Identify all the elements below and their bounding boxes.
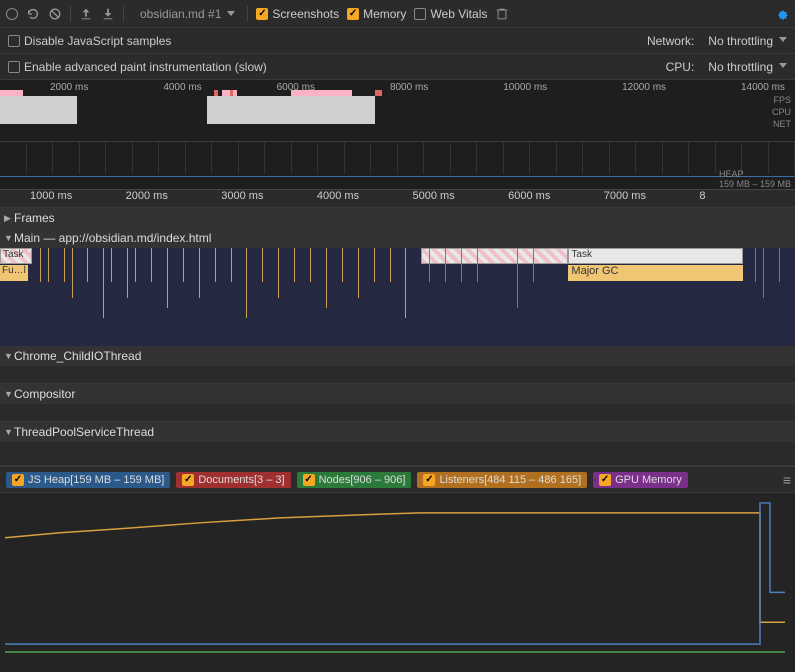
frames-lane-header[interactable]: ▶Frames <box>0 208 795 228</box>
main-lane-header[interactable]: ▼Main — app://obsidian.md/index.html <box>0 228 795 248</box>
threadpool-lane-header[interactable]: ▼ThreadPoolServiceThread <box>0 422 795 442</box>
compositor-lane[interactable] <box>0 404 795 422</box>
main-toolbar: obsidian.md #1 ✓Screenshots ✓Memory Web … <box>0 0 795 28</box>
flame-ticks <box>0 248 795 346</box>
upload-icon[interactable] <box>79 7 93 21</box>
recording-name: obsidian.md #1 <box>140 7 221 21</box>
memory-checkbox[interactable]: ✓Memory <box>347 7 406 21</box>
screenshots-checkbox[interactable]: ✓Screenshots <box>256 7 339 21</box>
network-throttle-select[interactable]: No throttling <box>708 34 787 48</box>
childio-lane[interactable] <box>0 366 795 384</box>
timeline-ruler[interactable]: 1000 ms2000 ms3000 ms4000 ms5000 ms6000 … <box>0 190 795 208</box>
overview-labels: FPS CPU NET <box>772 94 791 130</box>
memory-overview[interactable]: HEAP159 MB – 159 MB <box>0 142 795 190</box>
expand-icon: ▼ <box>4 389 14 399</box>
cpu-activity <box>0 94 765 124</box>
chevron-down-icon <box>779 63 787 68</box>
webvitals-checkbox[interactable]: Web Vitals <box>414 7 487 21</box>
reload-icon[interactable] <box>26 7 40 21</box>
settings-subbar-1: Disable JavaScript samples Network: No t… <box>0 28 795 54</box>
cpu-throttle-select[interactable]: No throttling <box>708 60 787 74</box>
record-icon[interactable] <box>6 8 18 20</box>
main-flamegraph[interactable]: Task Task Fu…l Major GC <box>0 248 795 346</box>
counters-graph[interactable] <box>0 492 795 656</box>
chevron-down-icon <box>227 11 235 16</box>
expand-icon: ▼ <box>4 233 14 243</box>
heap-label: HEAP <box>719 169 744 179</box>
trash-icon[interactable] <box>495 7 509 21</box>
settings-subbar-2: Enable advanced paint instrumentation (s… <box>0 54 795 80</box>
heap-range: 159 MB – 159 MB <box>719 179 791 189</box>
clear-icon[interactable] <box>48 7 62 21</box>
nodes-counter[interactable]: ✓Nodes[906 – 906] <box>297 472 412 488</box>
compositor-lane-header[interactable]: ▼Compositor <box>0 384 795 404</box>
overview-track[interactable]: 2000 ms4000 ms6000 ms8000 ms10000 ms1200… <box>0 80 795 142</box>
advanced-paint-checkbox[interactable]: Enable advanced paint instrumentation (s… <box>8 60 267 74</box>
overview-ruler: 2000 ms4000 ms6000 ms8000 ms10000 ms1200… <box>0 80 795 93</box>
network-label: Network: <box>647 34 694 48</box>
gpu-counter[interactable]: ✓GPU Memory <box>593 472 688 488</box>
documents-counter[interactable]: ✓Documents[3 – 3] <box>176 472 290 488</box>
gear-icon[interactable] <box>775 7 789 21</box>
childio-lane-header[interactable]: ▼Chrome_ChildIOThread <box>0 346 795 366</box>
expand-icon: ▼ <box>4 351 14 361</box>
menu-icon[interactable]: ≡ <box>783 472 789 488</box>
collapse-icon: ▶ <box>4 213 14 224</box>
jsheap-counter[interactable]: ✓JS Heap[159 MB – 159 MB] <box>6 472 170 488</box>
threadpool-lane[interactable] <box>0 442 795 466</box>
disable-js-checkbox[interactable]: Disable JavaScript samples <box>8 34 171 48</box>
cpu-label: CPU: <box>666 60 695 74</box>
counters-bar: ✓JS Heap[159 MB – 159 MB] ✓Documents[3 –… <box>0 466 795 492</box>
recording-selector[interactable]: obsidian.md #1 <box>132 5 239 23</box>
download-icon[interactable] <box>101 7 115 21</box>
chevron-down-icon <box>779 37 787 42</box>
listeners-counter[interactable]: ✓Listeners[484 115 – 486 165] <box>417 472 587 488</box>
expand-icon: ▼ <box>4 427 14 437</box>
